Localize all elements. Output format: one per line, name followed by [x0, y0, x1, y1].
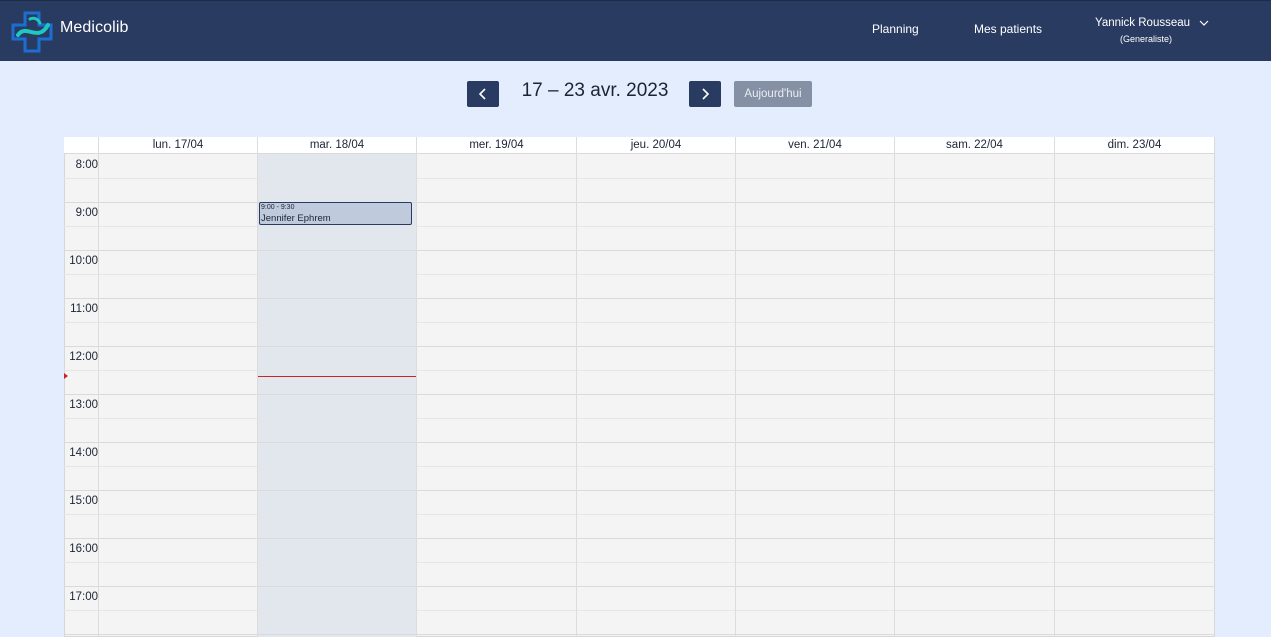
hour-label: 14:00: [69, 447, 98, 459]
column-divider: [576, 137, 577, 637]
user-role: (Generaliste): [1120, 34, 1173, 44]
hour-label: 15:00: [69, 495, 98, 507]
grid-line: [64, 634, 1215, 635]
hour-label: 11:00: [70, 303, 98, 315]
next-week-button[interactable]: [689, 81, 721, 107]
event-title: Jennifer Ephrem: [261, 213, 331, 224]
event-time: 9:00 - 9:30: [261, 204, 295, 211]
column-divider: [735, 137, 736, 637]
today-button[interactable]: Aujourd'hui: [734, 81, 812, 107]
grid-line-half: [64, 370, 1215, 371]
chevron-down-icon[interactable]: [1199, 19, 1209, 27]
medical-cross-logo[interactable]: [10, 9, 56, 53]
nav-mes-patients[interactable]: Mes patients: [974, 22, 1042, 36]
hour-label: 12:00: [69, 351, 98, 363]
grid-line: [64, 490, 1215, 491]
hour-label: 8:00: [75, 159, 98, 171]
chevron-right-icon: [702, 88, 710, 100]
user-name[interactable]: Yannick Rousseau: [1095, 17, 1190, 29]
grid-line-half: [64, 418, 1215, 419]
nav-planning[interactable]: Planning: [872, 22, 919, 36]
hour-label: 9:00: [75, 207, 98, 219]
hour-label: 17:00: [69, 591, 98, 603]
day-header-sun[interactable]: dim. 23/04: [1055, 137, 1215, 153]
grid-line-half: [64, 610, 1215, 611]
grid-line: [64, 394, 1215, 395]
hour-label: 16:00: [69, 543, 98, 555]
grid-line-half: [64, 562, 1215, 563]
grid-line-half: [64, 514, 1215, 515]
top-navbar: Medicolib Planning Mes patients Yannick …: [0, 0, 1271, 61]
grid-line: [64, 250, 1215, 251]
day-header-wed[interactable]: mer. 19/04: [417, 137, 577, 153]
appointment-event[interactable]: 9:00 - 9:30 Jennifer Ephrem: [259, 202, 412, 225]
grid-line: [64, 202, 1215, 203]
grid-line: [64, 538, 1215, 539]
grid-line: [64, 298, 1215, 299]
column-divider: [257, 137, 258, 637]
now-indicator-arrow: [64, 373, 68, 379]
grid-line-half: [64, 466, 1215, 467]
grid-line-half: [64, 274, 1215, 275]
grid-line-half: [64, 226, 1215, 227]
column-divider: [1054, 137, 1055, 637]
column-divider: [416, 137, 417, 637]
grid-line-half: [64, 178, 1215, 179]
column-divider: [894, 137, 895, 637]
day-header-thu[interactable]: jeu. 20/04: [577, 137, 736, 153]
grid-line: [64, 442, 1215, 443]
brand-name[interactable]: Medicolib: [60, 19, 129, 37]
time-gutter-header: [64, 137, 99, 153]
day-header-sat[interactable]: sam. 22/04: [895, 137, 1055, 153]
hour-label: 13:00: [69, 399, 98, 411]
grid-line: [64, 586, 1215, 587]
column-divider: [98, 137, 99, 637]
prev-week-button[interactable]: [467, 81, 499, 107]
day-header-mon[interactable]: lun. 17/04: [99, 137, 258, 153]
grid-line: [64, 346, 1215, 347]
day-header-tue[interactable]: mar. 18/04: [258, 137, 417, 153]
grid-line-half: [64, 322, 1215, 323]
week-title: 17 – 23 avr. 2023: [521, 80, 669, 101]
chevron-left-icon: [478, 88, 486, 100]
hour-label: 10:00: [69, 255, 98, 267]
grid-line: [64, 153, 1215, 154]
day-header-fri[interactable]: ven. 21/04: [736, 137, 895, 153]
now-indicator-line: [258, 376, 416, 377]
